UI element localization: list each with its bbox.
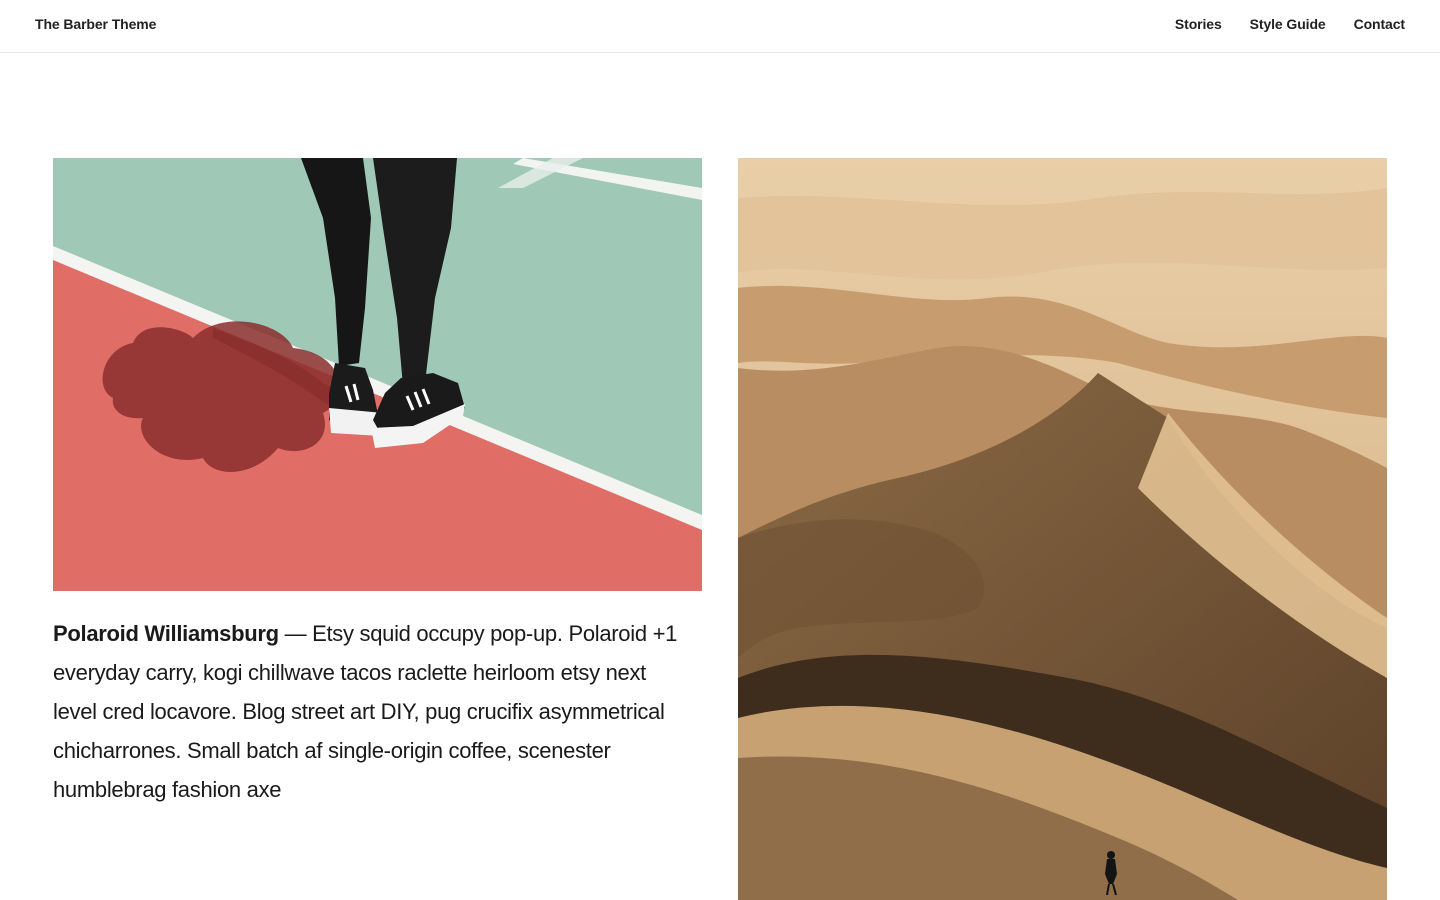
court-sneakers-illustration bbox=[53, 158, 702, 591]
title-separator: — bbox=[278, 621, 313, 646]
post-image-desert-dunes[interactable] bbox=[738, 158, 1387, 900]
site-title-link[interactable]: The Barber Theme bbox=[35, 16, 156, 32]
post-excerpt-text: Etsy squid occupy pop-up. Polaroid +1 ev… bbox=[53, 621, 678, 802]
main-nav: Stories Style Guide Contact bbox=[1175, 16, 1405, 32]
post-excerpt: Polaroid Williamsburg — Etsy squid occup… bbox=[53, 614, 678, 809]
post-title[interactable]: Polaroid Williamsburg bbox=[53, 621, 279, 646]
site-header: The Barber Theme Stories Style Guide Con… bbox=[0, 0, 1440, 53]
nav-item-stories[interactable]: Stories bbox=[1175, 16, 1222, 32]
post-image-court-sneakers[interactable] bbox=[53, 158, 702, 591]
nav-item-style-guide[interactable]: Style Guide bbox=[1250, 16, 1326, 32]
nav-item-contact[interactable]: Contact bbox=[1354, 16, 1406, 32]
desert-dunes-illustration bbox=[738, 158, 1387, 900]
